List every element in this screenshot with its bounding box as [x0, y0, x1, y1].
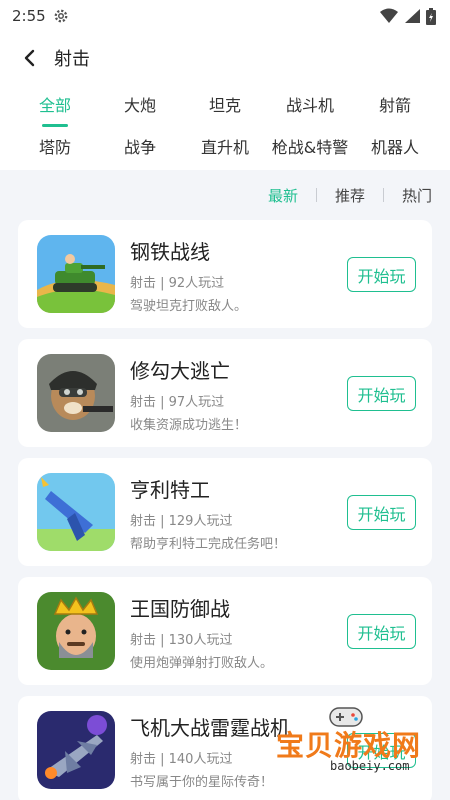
category-tab-label: 战斗机 — [285, 96, 334, 115]
game-card[interactable]: 亨利特工 射击 | 129人玩过 帮助亨利特工完成任务吧！ 开始玩 — [18, 458, 432, 566]
category-tab-label: 机器人 — [370, 138, 419, 157]
settings-gear-icon — [54, 9, 68, 23]
game-title: 修勾大逃亡 — [130, 359, 230, 383]
category-tab-label: 坦克 — [208, 96, 241, 115]
active-tab-indicator — [42, 124, 68, 127]
status-time: 2:55 — [12, 7, 46, 25]
game-card[interactable]: 修勾大逃亡 射击 | 97人玩过 收集资源成功逃生！ 开始玩 — [18, 339, 432, 447]
game-description: 书写属于你的星际传奇！ — [130, 775, 274, 790]
game-card[interactable]: 王国防御战 射击 | 130人玩过 使用炮弹弹射打败敌人。 开始玩 — [18, 577, 432, 685]
category-tab-label: 直升机 — [200, 138, 249, 157]
category-tabs: 全部 大炮 坦克 战斗机 射箭 塔防 战争 直升机 枪战&特警 机器人 — [0, 88, 450, 168]
category-tab-label: 枪战&特警 — [271, 138, 349, 157]
category-tab-helicopter[interactable]: 直升机 — [180, 137, 270, 159]
page-title: 射击 — [54, 49, 90, 70]
status-bar: 2:55 — [0, 0, 450, 32]
game-title: 亨利特工 — [130, 478, 210, 502]
game-meta: 射击 | 140人玩过 — [130, 752, 233, 767]
sort-tab-newest[interactable]: 最新 — [250, 185, 316, 206]
watermark-url: baobeiy.com — [330, 759, 410, 773]
game-meta: 射击 | 97人玩过 — [130, 395, 225, 410]
wifi-icon — [380, 8, 398, 23]
sort-tabs: 最新 推荐 热门 — [250, 184, 450, 206]
category-tab-label: 射箭 — [378, 96, 411, 115]
start-play-button[interactable]: 开始玩 — [347, 495, 416, 530]
game-icon-tank — [37, 235, 115, 313]
game-title: 王国防御战 — [130, 597, 230, 621]
signal-icon — [405, 9, 420, 23]
battery-icon — [426, 7, 436, 25]
game-description: 驾驶坦克打败敌人。 — [130, 299, 248, 314]
category-tab-label: 战争 — [123, 138, 156, 157]
game-meta: 射击 | 129人玩过 — [130, 514, 233, 529]
game-description: 帮助亨利特工完成任务吧！ — [130, 537, 287, 552]
category-tab-label: 塔防 — [38, 138, 71, 157]
game-title: 飞机大战雷霆战机 — [130, 716, 290, 740]
category-tab-label: 大炮 — [123, 96, 156, 115]
category-tab-robot[interactable]: 机器人 — [350, 137, 440, 159]
category-tab-fighter[interactable]: 战斗机 — [265, 95, 355, 117]
category-tab-cannon[interactable]: 大炮 — [95, 95, 185, 117]
category-tab-archery[interactable]: 射箭 — [350, 95, 440, 117]
game-icon-agent-gun — [37, 473, 115, 551]
category-tab-all[interactable]: 全部 — [10, 95, 100, 127]
game-description: 使用炮弹弹射打败敌人。 — [130, 656, 274, 671]
site-watermark: 宝贝游戏网 baobeiy.com — [270, 704, 448, 794]
game-icon-king — [37, 592, 115, 670]
game-meta: 射击 | 92人玩过 — [130, 276, 225, 291]
game-card[interactable]: 钢铁战线 射击 | 92人玩过 驾驶坦克打败敌人。 开始玩 — [18, 220, 432, 328]
watermark-text: 宝贝游戏网 — [276, 729, 422, 762]
game-icon-dog-soldier — [37, 354, 115, 432]
start-play-button[interactable]: 开始玩 — [347, 376, 416, 411]
page-header: 射击 — [0, 36, 450, 80]
category-tab-gunfight[interactable]: 枪战&特警 — [265, 137, 355, 159]
chevron-left-icon — [24, 49, 35, 67]
game-meta: 射击 | 130人玩过 — [130, 633, 233, 648]
game-title: 钢铁战线 — [130, 240, 210, 264]
game-icon-fighter-jet — [37, 711, 115, 789]
category-tab-label: 全部 — [38, 96, 71, 115]
category-tab-war[interactable]: 战争 — [95, 137, 185, 159]
sort-tab-recommended[interactable]: 推荐 — [317, 185, 383, 206]
start-play-button[interactable]: 开始玩 — [347, 257, 416, 292]
back-button[interactable] — [18, 47, 40, 69]
start-play-button[interactable]: 开始玩 — [347, 614, 416, 649]
category-tab-tank[interactable]: 坦克 — [180, 95, 270, 117]
game-description: 收集资源成功逃生！ — [130, 418, 248, 433]
sort-tab-popular[interactable]: 热门 — [384, 185, 450, 206]
category-tab-tower-defense[interactable]: 塔防 — [10, 137, 100, 159]
